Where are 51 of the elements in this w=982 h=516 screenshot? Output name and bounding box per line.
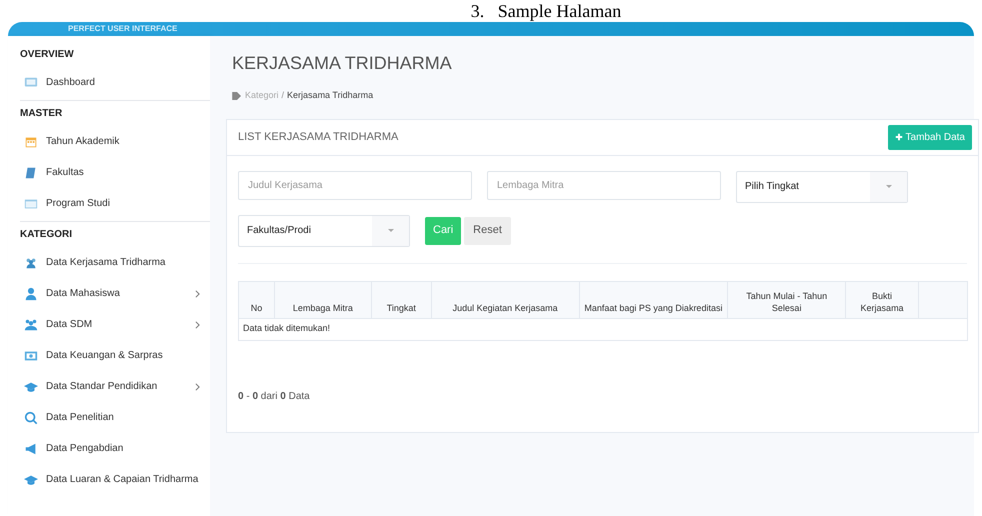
caret-icon (388, 229, 394, 232)
tag-icon (232, 92, 242, 100)
sidebar-item[interactable]: Data Standar Pendidikan (8, 371, 210, 402)
select-field[interactable]: Fakultas/Prodi (238, 214, 410, 246)
section-heading: OVERVIEW (19, 48, 75, 62)
sidebar-item[interactable]: Data Luaran & Capaian Tridharma (8, 464, 210, 495)
book-icon (24, 166, 38, 180)
plus-icon (894, 133, 903, 141)
sidebar-item[interactable]: Fakultas (8, 157, 210, 188)
column-header: Manfaat bagi PS yang Diakreditasi (579, 281, 728, 318)
sidebar-item[interactable]: Data Keuangan & Sarpras (8, 340, 210, 371)
empty-message: Data tidak ditemukan! (238, 318, 968, 340)
sidebar-item[interactable]: Dashboard (8, 67, 210, 98)
sidebar-item[interactable]: Data Penelitian (8, 402, 210, 433)
users-icon (24, 318, 38, 332)
text-field[interactable]: Lembaga Mitra (487, 170, 721, 200)
column-header: Judul Kegiatan Kerjasama (431, 281, 580, 318)
caret-icon (886, 185, 892, 188)
column-header: Tingkat (371, 281, 432, 318)
breadcrumb-separator: / (282, 89, 284, 102)
text-field[interactable]: Judul Kerjasama (238, 170, 472, 200)
column-header: Lembaga Mitra (274, 281, 372, 318)
page-title: KERJASAMA TRIDHARMA (231, 52, 453, 75)
sidebar-item[interactable]: Data SDM (8, 309, 210, 340)
sidebar-item[interactable]: Program Studi (8, 188, 210, 219)
breadcrumb-current: Kerjasama Tridharma (287, 89, 374, 102)
header-tagline: PERFECT USER INTERFACE (68, 24, 178, 34)
sidebar-item[interactable]: Tahun Akademik (8, 126, 210, 157)
window-icon (24, 196, 38, 210)
megaphone-icon (24, 442, 38, 456)
user-icon (24, 286, 38, 300)
monitor-icon (24, 76, 38, 90)
column-header: Tahun Mulai - Tahun Selesai (728, 281, 846, 318)
search-icon (24, 410, 38, 424)
column-header: Bukti Kerjasama (846, 281, 919, 318)
reset-button[interactable]: Reset (464, 216, 511, 244)
card-title: LIST KERJASAMA TRIDHARMA (238, 130, 398, 145)
calendar-icon (24, 134, 38, 148)
sidebar-item[interactable]: Data Kerjasama Tridharma (8, 247, 210, 278)
sidebar-item[interactable]: Data Mahasiswa (8, 278, 210, 309)
banknote-icon (24, 348, 38, 362)
document-caption: 3. Sample Halaman (470, 0, 622, 22)
column-header: No (238, 281, 274, 318)
section-heading: KATEGORI (19, 228, 74, 242)
section-heading: MASTER (19, 107, 64, 121)
group-icon (24, 256, 38, 270)
result-summary: 0 - 0 dari 0 Data (238, 390, 311, 404)
sidebar-item[interactable]: Data Pengabdian (8, 433, 210, 464)
graduation-cap-icon (24, 472, 38, 486)
graduation-cap-icon (24, 380, 38, 394)
select-field[interactable]: Pilih Tingkat (736, 170, 908, 202)
